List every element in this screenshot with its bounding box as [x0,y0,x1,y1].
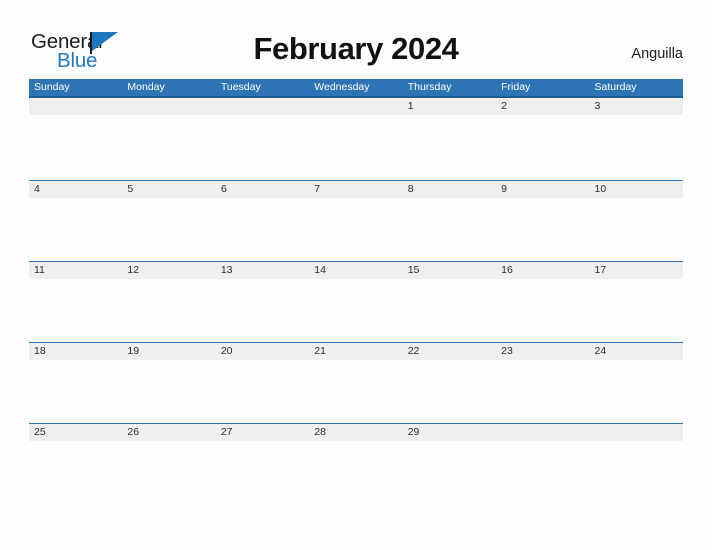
week-date-band: 1 2 3 [29,98,683,115]
day-cell-notes[interactable] [403,360,496,424]
day-cell-notes[interactable] [309,441,402,505]
day-cell-notes[interactable] [122,198,215,262]
day-cell-date[interactable]: 3 [590,98,683,115]
day-cell-date[interactable]: 1 [403,98,496,115]
day-cell-notes[interactable] [496,360,589,424]
day-cell-notes[interactable] [29,279,122,343]
day-cell-notes[interactable] [590,279,683,343]
day-cell-date[interactable]: 8 [403,181,496,198]
day-cell-date[interactable]: 20 [216,343,309,360]
day-cell-date[interactable]: 7 [309,181,402,198]
weekday-header-monday: Monday [127,81,165,93]
day-cell-date[interactable]: 6 [216,181,309,198]
day-cell-date[interactable] [309,98,402,115]
day-cell-date[interactable]: 18 [29,343,122,360]
page-title: February 2024 [253,31,459,66]
day-cell-date[interactable]: 29 [403,424,496,441]
week-note-area [29,198,683,262]
day-cell-notes[interactable] [122,360,215,424]
day-cell-notes[interactable] [29,115,122,179]
day-cell-notes[interactable] [403,279,496,343]
day-cell-notes[interactable] [216,360,309,424]
day-cell-notes[interactable] [216,279,309,343]
day-cell-date[interactable]: 26 [122,424,215,441]
week-date-band: 4 5 6 7 8 9 10 [29,181,683,198]
weekday-header-sunday: Sunday [34,81,70,93]
day-cell-date[interactable]: 17 [590,262,683,279]
day-cell-date[interactable]: 12 [122,262,215,279]
day-cell-notes[interactable] [309,360,402,424]
day-cell-notes[interactable] [29,198,122,262]
week-note-area [29,360,683,424]
day-cell-notes[interactable] [403,441,496,505]
day-cell-date[interactable]: 27 [216,424,309,441]
day-cell-notes[interactable] [122,115,215,179]
day-cell-date[interactable]: 2 [496,98,589,115]
day-cell-date[interactable]: 23 [496,343,589,360]
weekday-header-friday: Friday [501,81,531,93]
day-cell-date[interactable]: 28 [309,424,402,441]
day-cell-notes[interactable] [216,115,309,179]
day-cell-date[interactable]: 11 [29,262,122,279]
day-cell-date[interactable] [29,98,122,115]
weekday-header-tuesday: Tuesday [220,81,261,93]
day-cell-date[interactable]: 21 [309,343,402,360]
calendar-week-row: 11 12 13 14 15 16 17 [29,261,683,343]
day-cell-date[interactable]: 4 [29,181,122,198]
region-label: Anguilla [631,46,683,62]
day-cell-date[interactable]: 14 [309,262,402,279]
day-cell-notes[interactable] [496,279,589,343]
day-cell-date[interactable]: 15 [403,262,496,279]
day-cell-date[interactable] [216,98,309,115]
calendar-week-row: 25 26 27 28 29 [29,423,683,505]
page-header: General Blue February 2024 Anguilla [0,0,712,79]
day-cell-notes[interactable] [403,115,496,179]
day-cell-notes[interactable] [496,115,589,179]
day-cell-notes[interactable] [590,360,683,424]
day-cell-date[interactable]: 22 [403,343,496,360]
weekday-header-saturday: Saturday [594,81,637,93]
week-note-area [29,115,683,179]
day-cell-notes[interactable] [590,115,683,179]
day-cell-notes[interactable] [29,441,122,505]
calendar-week-row: 4 5 6 7 8 9 10 [29,180,683,262]
week-date-band: 11 12 13 14 15 16 17 [29,262,683,279]
weekday-header-thursday: Thursday [407,81,452,93]
day-cell-date[interactable] [590,424,683,441]
day-cell-notes[interactable] [309,279,402,343]
day-cell-date[interactable]: 5 [122,181,215,198]
calendar-week-row: 18 19 20 21 22 23 24 [29,342,683,424]
weekday-header-wednesday: Wednesday [314,81,370,93]
day-cell-date[interactable] [496,424,589,441]
day-cell-notes[interactable] [496,441,589,505]
day-cell-notes[interactable] [309,115,402,179]
weekday-header-row: Sunday Monday Tuesday Wednesday Thursday… [29,79,683,98]
week-note-area [29,279,683,343]
day-cell-date[interactable]: 9 [496,181,589,198]
day-cell-notes[interactable] [590,441,683,505]
day-cell-date[interactable]: 16 [496,262,589,279]
day-cell-notes[interactable] [403,198,496,262]
day-cell-date[interactable]: 24 [590,343,683,360]
day-cell-notes[interactable] [122,441,215,505]
day-cell-notes[interactable] [122,279,215,343]
day-cell-notes[interactable] [309,198,402,262]
day-cell-notes[interactable] [29,360,122,424]
day-cell-notes[interactable] [590,198,683,262]
day-cell-notes[interactable] [216,198,309,262]
day-cell-date[interactable]: 10 [590,181,683,198]
week-date-band: 25 26 27 28 29 [29,424,683,441]
week-note-area [29,441,683,505]
day-cell-date[interactable]: 13 [216,262,309,279]
calendar-week-row: 1 2 3 [29,98,683,180]
calendar-grid: Sunday Monday Tuesday Wednesday Thursday… [29,79,683,505]
day-cell-date[interactable]: 25 [29,424,122,441]
day-cell-date[interactable]: 19 [122,343,215,360]
day-cell-notes[interactable] [216,441,309,505]
day-cell-notes[interactable] [496,198,589,262]
day-cell-date[interactable] [122,98,215,115]
week-date-band: 18 19 20 21 22 23 24 [29,343,683,360]
